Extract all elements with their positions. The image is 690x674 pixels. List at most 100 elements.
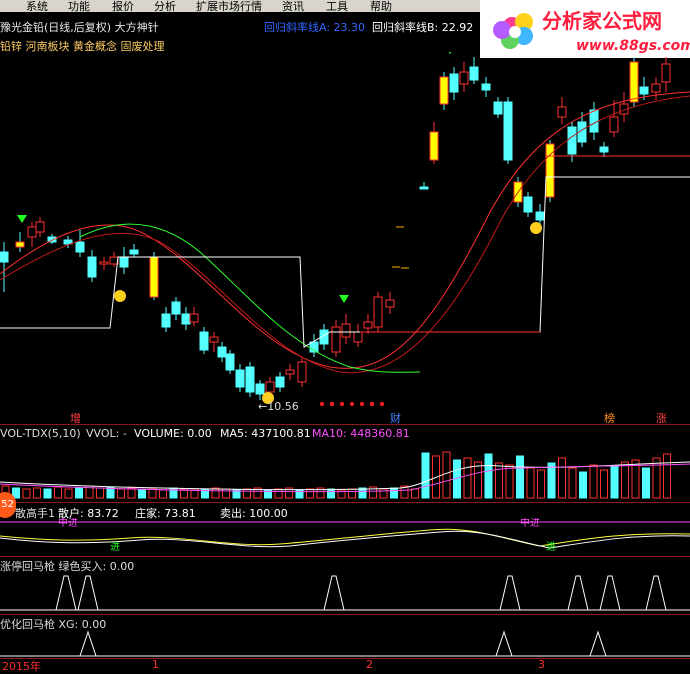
- optimized-signal-chart[interactable]: [0, 630, 690, 658]
- signal-dot: [340, 402, 344, 406]
- candle-body: [189, 313, 199, 323]
- candle-body: [161, 313, 171, 328]
- time-label-1: 1: [152, 658, 159, 671]
- volume-bar: [138, 489, 146, 499]
- line-a-value: 回归斜率线A: 23.30: [264, 21, 366, 34]
- volume-bar: [22, 488, 31, 499]
- volume-bar: [421, 452, 430, 499]
- candle-body: [589, 109, 599, 133]
- candlestick-chart[interactable]: ××××××××××××: [0, 52, 690, 424]
- candle-body: [255, 383, 265, 395]
- vol-ma10: MA10: 448360.81: [312, 427, 410, 440]
- indicator-mark: 中进: [58, 518, 78, 529]
- volume-bar: [190, 489, 199, 499]
- signal-dot: [370, 402, 374, 406]
- volume-bar: [579, 471, 587, 499]
- volume-bar: [537, 469, 545, 499]
- menu-item-4[interactable]: 扩展市场行情: [196, 0, 262, 12]
- menu-item-7[interactable]: 帮助: [370, 0, 392, 12]
- menu-item-5[interactable]: 资讯: [282, 0, 304, 12]
- menu-item-2[interactable]: 报价: [112, 0, 134, 12]
- indicator-badge[interactable]: 52: [0, 492, 16, 518]
- candle-body: [439, 76, 449, 105]
- candle-body: [265, 381, 275, 393]
- volume-bar: [33, 487, 41, 499]
- candle-body: [285, 369, 295, 375]
- menu-item-0[interactable]: 系统: [26, 0, 48, 12]
- volume-bar: [411, 488, 419, 499]
- candle-body: [275, 376, 285, 388]
- candle-body: [75, 241, 85, 253]
- candle-body: [557, 106, 567, 118]
- volume-bar: [652, 457, 661, 499]
- indicator-mark: 进: [110, 541, 120, 553]
- time-label-3: 3: [538, 658, 545, 671]
- time-label-0: 2015年: [2, 660, 41, 673]
- candle-body: [523, 196, 533, 213]
- down-arrow-icon: [17, 215, 27, 223]
- volume-bar: [148, 488, 157, 499]
- watermark-logo: 分析家公式网 www.88gs.com: [480, 0, 690, 58]
- menu-item-3[interactable]: 分析: [154, 0, 176, 12]
- volume-bar: [43, 488, 52, 499]
- indicator-mark: 中进: [520, 518, 540, 529]
- vol-name: VOL-TDX(5,10): [0, 427, 81, 440]
- candle-body: [245, 366, 255, 393]
- signal-dot: [380, 402, 384, 406]
- vol-volume: VOLUME: 0.00: [134, 427, 212, 440]
- down-arrow-icon: [339, 295, 349, 303]
- candle-body: [469, 66, 479, 81]
- volume-bar: [64, 488, 73, 499]
- candle-body: [639, 86, 649, 95]
- candle-body: [149, 256, 159, 298]
- volume-bar: [600, 469, 608, 499]
- smiley-icon: [530, 222, 542, 234]
- menu-item-6[interactable]: 工具: [326, 0, 348, 12]
- p3-signal: [599, 575, 621, 611]
- volume-bar: [474, 461, 482, 499]
- p3-signal: [55, 575, 77, 611]
- candle-body: [353, 331, 363, 343]
- candle-body: [209, 336, 219, 343]
- candle-body: [373, 296, 383, 328]
- indicator-chart[interactable]: 进 进 中进 中进: [0, 518, 690, 556]
- candle-body: [481, 83, 491, 91]
- volume-bar: [463, 457, 472, 499]
- p3-signal: [567, 575, 589, 611]
- signal-dot: [320, 402, 324, 406]
- candle-body: [119, 256, 129, 268]
- signal-dot: [330, 402, 334, 406]
- p3-signal: [499, 575, 521, 611]
- volume-bar: [159, 489, 167, 499]
- candle-body: [99, 261, 109, 265]
- candle-body: [567, 126, 577, 155]
- volume-bar: [243, 488, 251, 499]
- volume-bar: [390, 487, 398, 499]
- volume-bar: [663, 453, 671, 499]
- volume-bar: [505, 464, 514, 499]
- p3-signal: [323, 575, 345, 611]
- candle-body: [0, 251, 9, 263]
- indicator-mark: 进: [546, 541, 556, 553]
- volume-bar: [526, 467, 535, 499]
- candle-body: [171, 301, 181, 315]
- smiley-icon: [114, 290, 126, 302]
- candle-body: [181, 313, 191, 325]
- signal-dot: [360, 402, 364, 406]
- volume-bar: [495, 462, 503, 499]
- candle-body: [493, 101, 503, 115]
- volume-bar: [621, 461, 629, 499]
- candle-body: [429, 131, 439, 161]
- volume-bar: [484, 453, 493, 499]
- ma-line-green: [79, 223, 421, 373]
- menu-item-1[interactable]: 功能: [68, 0, 90, 12]
- limit-up-signal-chart[interactable]: [0, 572, 690, 612]
- candle-body: [235, 369, 245, 388]
- volume-chart[interactable]: [0, 442, 690, 500]
- volume-bar: [75, 487, 83, 499]
- watermark-title: 分析家公式网: [542, 9, 662, 33]
- volume-bar: [442, 451, 451, 499]
- p4-signal: [589, 630, 607, 657]
- volume-bar: [547, 462, 556, 499]
- candle-body: [599, 146, 609, 153]
